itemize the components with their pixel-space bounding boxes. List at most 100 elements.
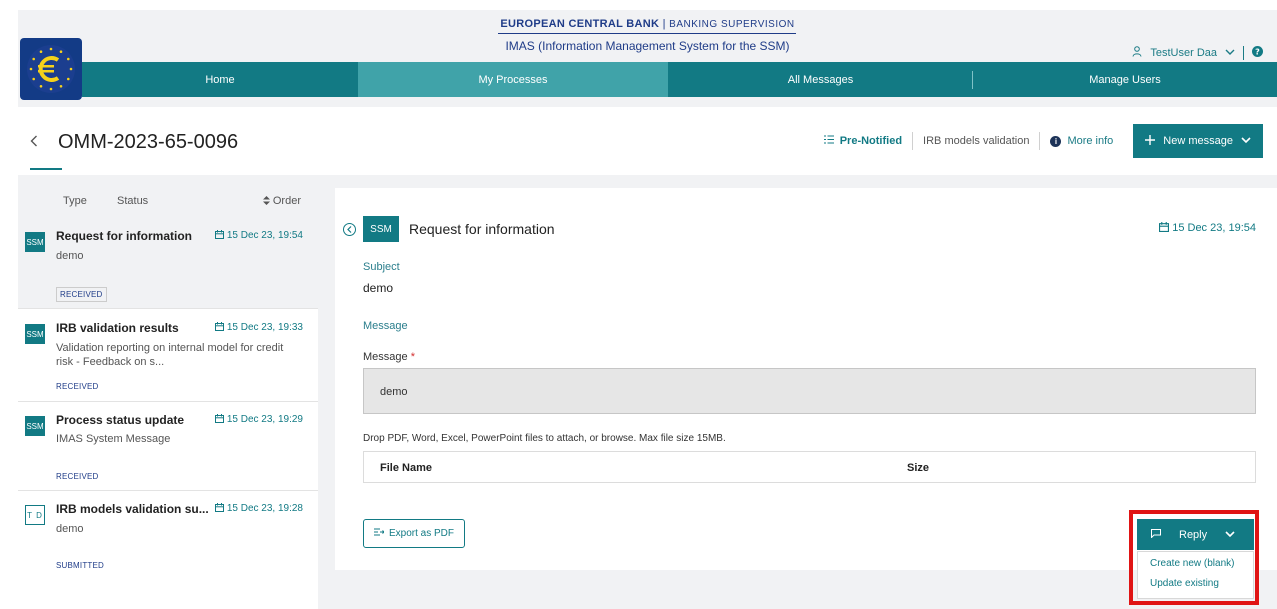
message-date-text: 15 Dec 23, 19:54 bbox=[226, 230, 303, 241]
status-badge: SUBMITTED bbox=[56, 561, 105, 570]
calendar-icon bbox=[1159, 222, 1170, 234]
nav-all-messages[interactable]: All Messages bbox=[668, 62, 973, 97]
message-title: IRB models validation su... bbox=[56, 502, 209, 516]
nav-home-label: Home bbox=[205, 73, 235, 86]
new-message-button[interactable]: New message bbox=[1133, 124, 1263, 158]
required-mark: * bbox=[410, 351, 415, 363]
message-list: SSM Request for information 15 Dec 23, 1… bbox=[18, 218, 318, 609]
nav-manage-users-label: Manage Users bbox=[1089, 73, 1161, 86]
sort-order[interactable]: Order bbox=[262, 195, 301, 207]
filter-status[interactable]: Status bbox=[117, 195, 148, 207]
attachment-drop-hint[interactable]: Drop PDF, Word, Excel, PowerPoint files … bbox=[363, 433, 726, 444]
attachments-table: File Name Size bbox=[363, 451, 1256, 483]
calendar-icon bbox=[215, 503, 225, 514]
sort-icon bbox=[262, 195, 273, 207]
message-date-text: 15 Dec 23, 19:33 bbox=[226, 322, 303, 333]
sender-badge: SSM bbox=[25, 416, 45, 436]
message-date-text: 15 Dec 23, 19:54 bbox=[1172, 222, 1256, 234]
message-date: 15 Dec 23, 19:33 bbox=[215, 322, 303, 333]
title-underline bbox=[30, 168, 62, 170]
message-label-text: Message bbox=[363, 351, 408, 363]
svg-text:?: ? bbox=[1255, 48, 1260, 57]
system-title: IMAS (Information Management System for … bbox=[505, 39, 790, 53]
list-item[interactable]: SSM IRB validation results 15 Dec 23, 19… bbox=[18, 309, 318, 402]
more-info-label: More info bbox=[1067, 135, 1114, 147]
column-size: Size bbox=[907, 462, 930, 474]
message-preview: demo bbox=[56, 523, 84, 535]
message-field-label: Message * bbox=[363, 351, 415, 363]
process-type: IRB models validation bbox=[923, 135, 1030, 147]
message-preview: IMAS System Message bbox=[56, 433, 171, 445]
user-icon bbox=[1132, 46, 1142, 60]
message-date: 15 Dec 23, 19:54 bbox=[215, 230, 303, 241]
message-list-header: Type Status Order bbox=[18, 188, 318, 214]
status-badge: RECEIVED bbox=[56, 287, 107, 302]
message-heading: Request for information bbox=[409, 221, 555, 237]
org-title: EUROPEAN CENTRAL BANK | BANKING SUPERVIS… bbox=[18, 18, 1277, 30]
message-date-text: 15 Dec 23, 19:28 bbox=[226, 503, 303, 514]
list-item[interactable]: SSM Request for information 15 Dec 23, 1… bbox=[18, 218, 318, 309]
process-state-label: Pre-Notified bbox=[839, 135, 903, 147]
sender-badge: T D bbox=[25, 505, 45, 525]
sender-badge: SSM bbox=[25, 324, 45, 344]
user-divider bbox=[1243, 46, 1244, 60]
message-section-label: Message bbox=[363, 320, 408, 332]
message-title: Process status update bbox=[56, 413, 185, 427]
message-title: Request for information bbox=[56, 229, 193, 243]
back-arrow-icon[interactable] bbox=[30, 134, 38, 152]
nav-my-processes-label: My Processes bbox=[478, 73, 548, 86]
subject-label: Subject bbox=[363, 261, 400, 273]
calendar-icon bbox=[215, 230, 225, 241]
top-banner: EUROPEAN CENTRAL BANK | BANKING SUPERVIS… bbox=[18, 10, 1277, 62]
message-date: 15 Dec 23, 19:28 bbox=[215, 503, 303, 514]
sender-badge: SSM bbox=[363, 216, 399, 242]
user-area: TestUser Daa ? bbox=[1132, 46, 1263, 60]
message-date: 15 Dec 23, 19:54 bbox=[1159, 222, 1256, 234]
highlight-box bbox=[1129, 510, 1259, 605]
message-date: 15 Dec 23, 19:29 bbox=[215, 414, 303, 425]
org-separator: | bbox=[662, 18, 666, 30]
nav-my-processes[interactable]: My Processes bbox=[358, 62, 668, 97]
export-pdf-button[interactable]: Export as PDF bbox=[363, 519, 465, 548]
message-date-text: 15 Dec 23, 19:29 bbox=[226, 414, 303, 425]
process-meta: Pre-Notified IRB models validation i Mor… bbox=[823, 124, 1263, 158]
help-icon[interactable]: ? bbox=[1252, 46, 1263, 60]
status-list-icon bbox=[823, 135, 834, 147]
nav-manage-users[interactable]: Manage Users bbox=[973, 62, 1277, 97]
column-file-name: File Name bbox=[380, 462, 432, 474]
status-badge: RECEIVED bbox=[56, 382, 99, 391]
org-name: EUROPEAN CENTRAL BANK bbox=[500, 18, 660, 30]
title-divider bbox=[498, 33, 796, 34]
export-pdf-label: Export as PDF bbox=[388, 528, 455, 539]
main-nav: Home My Processes All Messages Manage Us… bbox=[82, 62, 1277, 97]
list-item[interactable]: T D IRB models validation su... 15 Dec 2… bbox=[18, 491, 318, 581]
ecb-logo bbox=[20, 38, 82, 100]
org-subtitle: BANKING SUPERVISION bbox=[669, 19, 795, 30]
sender-badge: SSM bbox=[25, 232, 45, 252]
calendar-icon bbox=[215, 322, 225, 333]
sort-order-label: Order bbox=[272, 195, 301, 207]
collapse-icon[interactable] bbox=[343, 223, 356, 236]
message-preview: demo bbox=[56, 250, 84, 262]
nav-home[interactable]: Home bbox=[82, 62, 358, 97]
message-preview: Validation reporting on internal model f… bbox=[56, 342, 284, 368]
filter-type[interactable]: Type bbox=[63, 195, 87, 207]
calendar-icon bbox=[215, 414, 225, 425]
message-body-field: demo bbox=[363, 368, 1256, 414]
list-item[interactable]: SSM Process status update 15 Dec 23, 19:… bbox=[18, 402, 318, 491]
more-info-link[interactable]: i More info bbox=[1040, 135, 1133, 147]
message-title: IRB validation results bbox=[56, 321, 179, 335]
nav-all-messages-label: All Messages bbox=[787, 73, 854, 86]
info-icon: i bbox=[1050, 135, 1062, 147]
status-badge: RECEIVED bbox=[56, 472, 99, 481]
process-state: Pre-Notified bbox=[823, 135, 912, 147]
new-message-label: New message bbox=[1163, 135, 1233, 147]
user-name[interactable]: TestUser Daa bbox=[1150, 47, 1217, 59]
page-title: OMM-2023-65-0096 bbox=[58, 131, 239, 153]
process-header: OMM-2023-65-0096 Pre-Notified IRB models… bbox=[18, 107, 1277, 175]
export-icon bbox=[373, 528, 385, 539]
user-menu-chevron-icon[interactable] bbox=[1225, 47, 1235, 59]
subject-value: demo bbox=[363, 281, 394, 295]
chevron-down-icon bbox=[1241, 135, 1251, 147]
plus-icon bbox=[1145, 134, 1156, 148]
